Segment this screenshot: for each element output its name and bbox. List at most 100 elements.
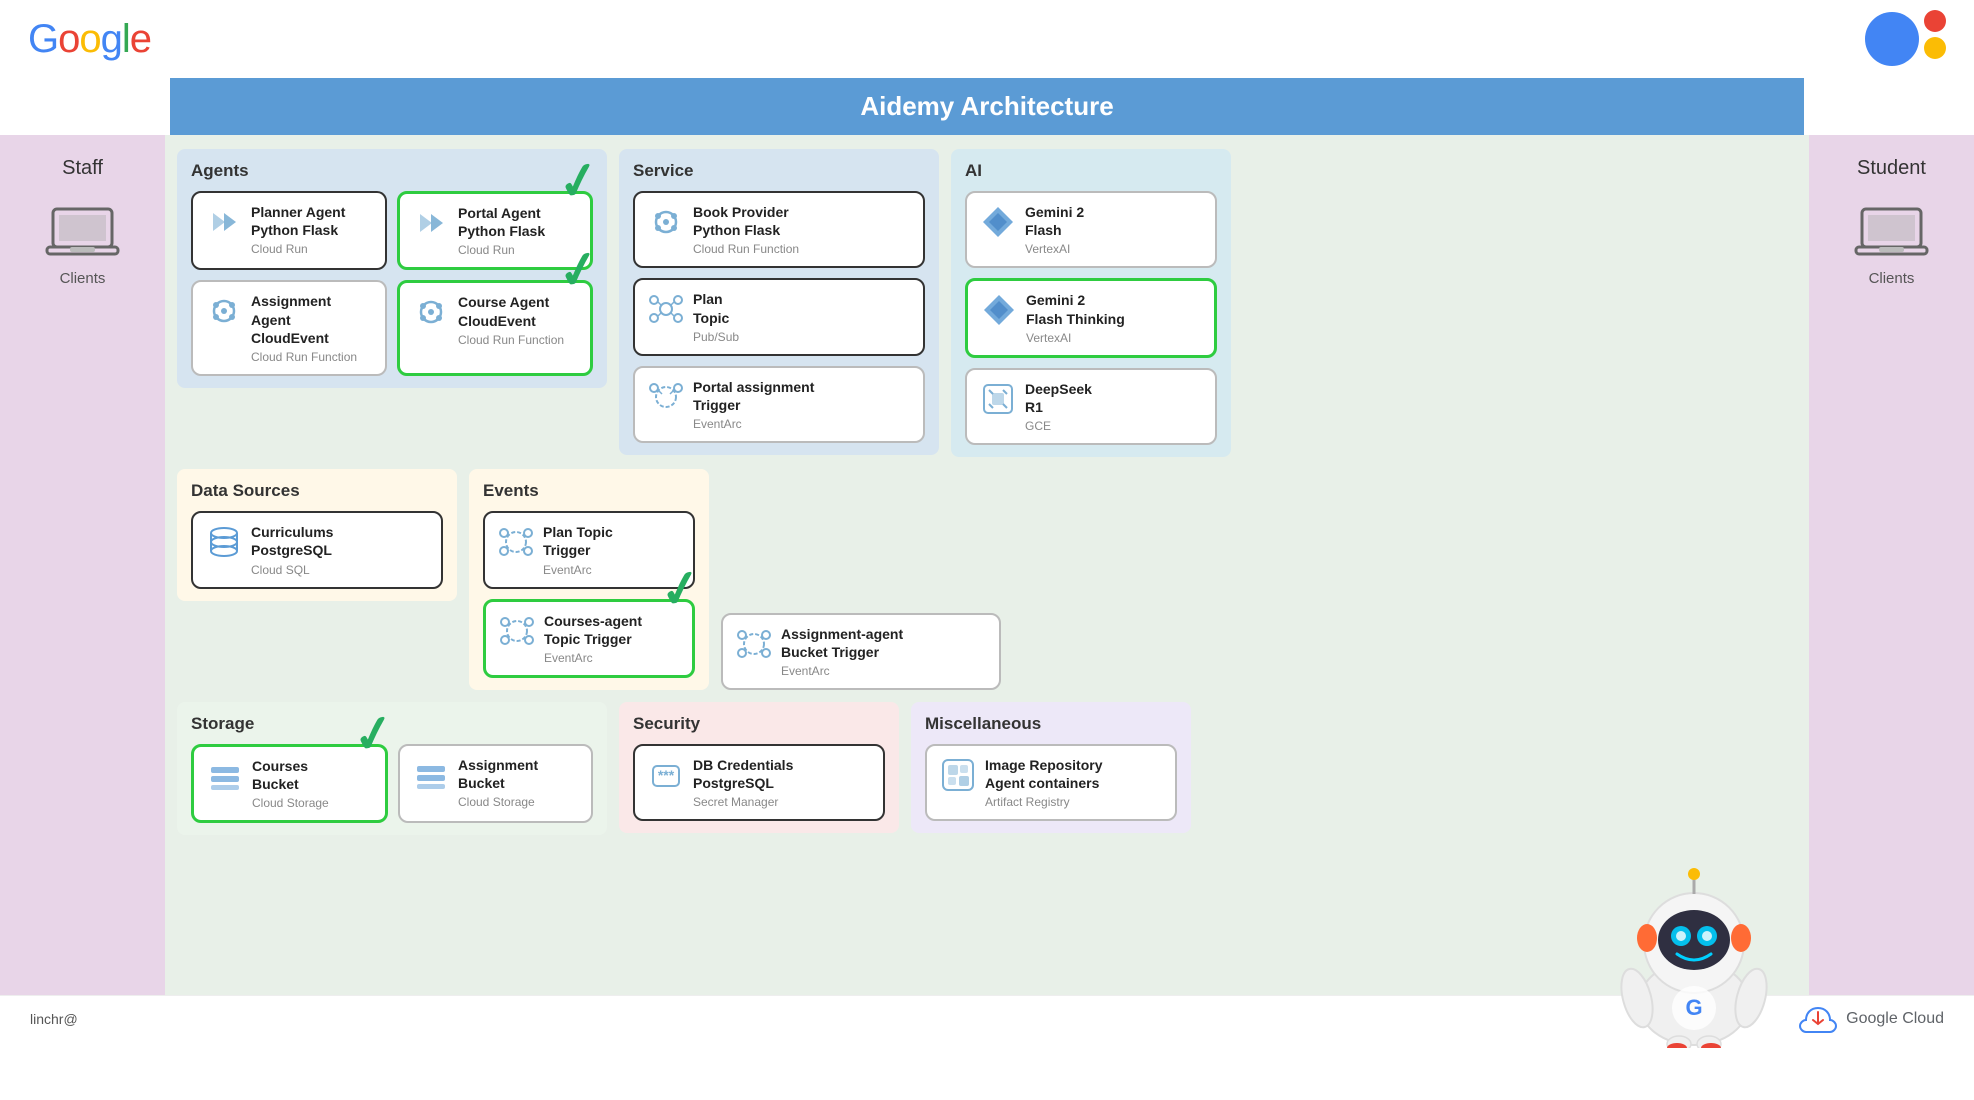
- agents-label: Agents: [191, 161, 593, 181]
- assignment-trigger-sub: EventArc: [781, 664, 903, 678]
- service-label: Service: [633, 161, 925, 181]
- curriculums-title: CurriculumsPostgreSQL: [251, 523, 333, 559]
- student-client-label: Clients: [1869, 270, 1915, 287]
- gemini-flash-sub: VertexAI: [1025, 242, 1084, 256]
- staff-client-label: Clients: [60, 270, 106, 287]
- portal-agent-icon: [412, 204, 450, 247]
- google-assistant-icon: [1865, 12, 1946, 66]
- courses-bucket-card: CoursesBucket Cloud Storage ✓: [191, 744, 388, 823]
- deepseek-title: DeepSeekR1: [1025, 380, 1092, 416]
- plan-topic-sub: Pub/Sub: [693, 330, 739, 344]
- assignment-agent-title: Assignment AgentCloudEvent: [251, 292, 373, 347]
- portal-agent-title: Portal AgentPython Flask: [458, 204, 545, 240]
- courses-agent-trigger-icon: [498, 612, 536, 655]
- assignment-bucket-sub: Cloud Storage: [458, 795, 538, 809]
- svg-text:G: G: [1685, 995, 1702, 1020]
- svg-text:***: ***: [658, 767, 675, 783]
- assignment-agent-card: Assignment AgentCloudEvent Cloud Run Fun…: [191, 280, 387, 376]
- deepseek-icon: [979, 380, 1017, 423]
- curriculums-icon: [205, 523, 243, 566]
- ai-label: AI: [965, 161, 1217, 181]
- title-bar: Aidemy Architecture: [170, 78, 1804, 135]
- assignment-agent-icon: [205, 292, 243, 335]
- gemini-thinking-title: Gemini 2Flash Thinking: [1026, 291, 1125, 327]
- architecture-title: Aidemy Architecture: [860, 91, 1113, 121]
- book-provider-sub: Cloud Run Function: [693, 242, 799, 256]
- assignment-trigger-title: Assignment-agentBucket Trigger: [781, 625, 903, 661]
- planner-agent-sub: Cloud Run: [251, 242, 345, 256]
- course-agent-title: Course AgentCloudEvent: [458, 293, 564, 329]
- course-agent-card: Course AgentCloudEvent Cloud Run Functio…: [397, 280, 593, 376]
- assignment-trigger-icon: [735, 625, 773, 668]
- service-section: Service: [619, 149, 939, 455]
- robot-character: G: [1599, 848, 1789, 1048]
- arch-area: Agents Planner AgentPython Flask Clou: [165, 135, 1809, 995]
- ai-section: AI Gemini 2Flash VertexAI: [951, 149, 1231, 457]
- db-credentials-title: DB CredentialsPostgreSQL: [693, 756, 793, 792]
- assignment-trigger-card: Assignment-agentBucket Trigger EventArc: [721, 613, 1001, 690]
- deepseek-card: DeepSeekR1 GCE: [965, 368, 1217, 445]
- courses-bucket-title: CoursesBucket: [252, 757, 329, 793]
- gemini-flash-card: Gemini 2Flash VertexAI: [965, 191, 1217, 268]
- security-section: Security *** DB CredentialsPostgreSQL Se…: [619, 702, 899, 833]
- courses-bucket-sub: Cloud Storage: [252, 796, 329, 810]
- datasources-section: Data Sources CurriculumsPostgreSQL: [177, 469, 457, 600]
- courses-bucket-icon: [206, 757, 244, 800]
- plan-topic-trigger-title: Plan TopicTrigger: [543, 523, 613, 559]
- laptop-icon-right: [1854, 204, 1929, 264]
- student-panel: Student Clients: [1809, 135, 1974, 995]
- image-repo-card: Image RepositoryAgent containers Artifac…: [925, 744, 1177, 821]
- assignment-bucket-icon: [412, 756, 450, 799]
- student-client-icon: Clients: [1854, 204, 1929, 287]
- google-cloud-text: Google Cloud: [1846, 1010, 1944, 1028]
- course-agent-icon: [412, 293, 450, 336]
- plan-topic-trigger-icon: [497, 523, 535, 566]
- misc-section: Miscellaneous Image RepositoryAgent: [911, 702, 1191, 833]
- image-repo-title: Image RepositoryAgent containers: [985, 756, 1102, 792]
- curriculums-card: CurriculumsPostgreSQL Cloud SQL: [191, 511, 443, 588]
- curriculums-sub: Cloud SQL: [251, 563, 333, 577]
- assignment-trigger-wrapper: Assignment-agentBucket Trigger EventArc: [721, 613, 1001, 690]
- assignment-bucket-card: AssignmentBucket Cloud Storage: [398, 744, 593, 823]
- portal-trigger-sub: EventArc: [693, 417, 814, 431]
- deepseek-sub: GCE: [1025, 419, 1092, 433]
- planner-agent-title: Planner AgentPython Flask: [251, 203, 345, 239]
- courses-agent-trigger-title: Courses-agentTopic Trigger: [544, 612, 642, 648]
- assignment-agent-sub: Cloud Run Function: [251, 350, 373, 364]
- gemini-flash-title: Gemini 2Flash: [1025, 203, 1084, 239]
- misc-label: Miscellaneous: [925, 714, 1177, 734]
- image-repo-icon: [939, 756, 977, 799]
- agents-section: Agents Planner AgentPython Flask Clou: [177, 149, 607, 388]
- courses-bucket-checkmark: ✓: [349, 706, 399, 763]
- staff-client-icon: Clients: [45, 204, 120, 287]
- portal-agent-sub: Cloud Run: [458, 243, 545, 257]
- courses-trigger-checkmark: ✓: [656, 560, 706, 617]
- gemini-thinking-card: Gemini 2Flash Thinking VertexAI: [965, 278, 1217, 357]
- portal-agent-checkmark: ✓: [554, 153, 604, 210]
- book-provider-title: Book ProviderPython Flask: [693, 203, 799, 239]
- plan-topic-trigger-sub: EventArc: [543, 563, 613, 577]
- courses-agent-trigger-card: Courses-agentTopic Trigger EventArc ✓: [483, 599, 695, 678]
- storage-section: Storage CoursesBucket: [177, 702, 607, 835]
- laptop-icon-left: [45, 204, 120, 264]
- google-cloud-icon: [1798, 1004, 1838, 1034]
- plan-topic-icon: [647, 290, 685, 333]
- planner-agent-card: Planner AgentPython Flask Cloud Run: [191, 191, 387, 270]
- security-label: Security: [633, 714, 885, 734]
- portal-trigger-card: Portal assignmentTrigger EventArc: [633, 366, 925, 443]
- image-repo-sub: Artifact Registry: [985, 795, 1102, 809]
- plan-topic-title: PlanTopic: [693, 290, 739, 326]
- google-logo: Google: [28, 17, 151, 62]
- book-provider-card: Book ProviderPython Flask Cloud Run Func…: [633, 191, 925, 268]
- gemini-flash-icon: [979, 203, 1017, 246]
- footer-email: linchr@: [30, 1011, 78, 1027]
- db-credentials-card: *** DB CredentialsPostgreSQL Secret Mana…: [633, 744, 885, 821]
- assignment-bucket-title: AssignmentBucket: [458, 756, 538, 792]
- events-label: Events: [483, 481, 695, 501]
- gemini-thinking-icon: [980, 291, 1018, 334]
- events-section: Events: [469, 469, 709, 690]
- staff-panel: Staff Clients: [0, 135, 165, 995]
- gemini-thinking-sub: VertexAI: [1026, 331, 1125, 345]
- portal-trigger-icon: [647, 378, 685, 421]
- staff-label: Staff: [62, 157, 103, 180]
